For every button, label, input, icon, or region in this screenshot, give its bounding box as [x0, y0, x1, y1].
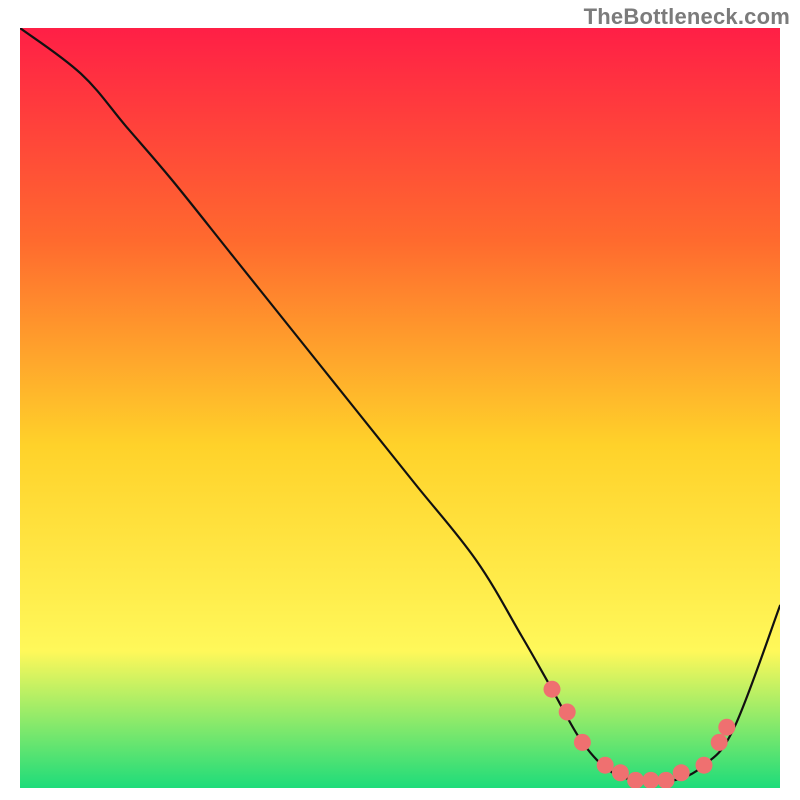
gradient-background [20, 28, 780, 788]
chart-svg [20, 28, 780, 788]
highlight-dot [718, 719, 735, 736]
highlight-dot [673, 764, 690, 781]
highlight-dot [597, 757, 614, 774]
highlight-dot [544, 681, 561, 698]
plot-area [20, 28, 780, 788]
watermark-text: TheBottleneck.com [584, 4, 790, 30]
chart-stage: TheBottleneck.com [0, 0, 800, 800]
highlight-dot [574, 734, 591, 751]
highlight-dot [559, 704, 576, 721]
highlight-dot [612, 764, 629, 781]
highlight-dot [696, 757, 713, 774]
highlight-dot [711, 734, 728, 751]
